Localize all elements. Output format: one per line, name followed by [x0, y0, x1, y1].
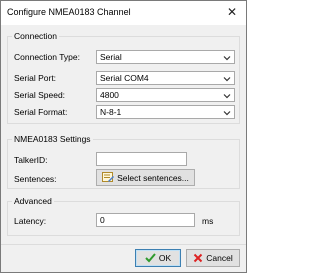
talker-id-field[interactable]: [96, 152, 187, 166]
nmea-settings-group-label: NMEA0183 Settings: [12, 134, 93, 144]
serial-port-select[interactable]: Serial COM4: [96, 71, 235, 85]
serial-speed-value: 4800: [100, 90, 119, 100]
connection-type-value: Serial: [100, 52, 122, 62]
dialog-window: Configure NMEA0183 Channel ✕ Connection …: [0, 0, 247, 273]
chevron-down-icon: [223, 111, 231, 116]
serial-port-label: Serial Port:: [14, 73, 57, 83]
ok-button[interactable]: OK: [135, 249, 181, 267]
serial-format-select[interactable]: N-8-1: [96, 105, 235, 119]
serial-format-label: Serial Format:: [14, 107, 68, 117]
connection-group: Connection Connection Type: Serial Seria…: [7, 31, 240, 124]
latency-input[interactable]: [97, 214, 194, 226]
ok-button-label: OK: [158, 253, 172, 263]
chevron-down-icon: [223, 77, 231, 82]
serial-format-value: N-8-1: [100, 107, 122, 117]
serial-speed-label: Serial Speed:: [14, 90, 66, 100]
footer-divider: [1, 244, 246, 245]
cancel-button-label: Cancel: [206, 253, 233, 263]
connection-group-label: Connection: [12, 31, 60, 41]
nmea-settings-group: NMEA0183 Settings TalkerID: Sentences: S…: [7, 134, 240, 189]
cancel-button[interactable]: Cancel: [186, 249, 240, 267]
connection-type-select[interactable]: Serial: [96, 50, 235, 64]
select-sentences-button[interactable]: Select sentences...: [96, 169, 195, 186]
list-edit-icon: [102, 172, 115, 182]
latency-unit-label: ms: [202, 216, 214, 226]
window-title: Configure NMEA0183 Channel: [7, 7, 131, 17]
latency-field[interactable]: [96, 213, 195, 227]
sentences-label: Sentences:: [14, 174, 57, 184]
latency-label: Latency:: [14, 216, 47, 226]
advanced-group-label: Advanced: [12, 196, 54, 206]
serial-speed-select[interactable]: 4800: [96, 88, 235, 102]
close-icon[interactable]: ✕: [224, 4, 240, 20]
talker-id-label: TalkerID:: [14, 155, 48, 165]
select-sentences-label: Select sentences...: [117, 172, 189, 183]
chevron-down-icon: [223, 56, 231, 61]
serial-port-value: Serial COM4: [100, 73, 149, 83]
advanced-group: Advanced Latency: ms: [7, 196, 240, 236]
connection-type-label: Connection Type:: [14, 52, 80, 62]
title-bar[interactable]: Configure NMEA0183 Channel ✕: [1, 1, 246, 25]
talker-id-input[interactable]: [97, 153, 186, 165]
checkmark-icon: [145, 253, 156, 263]
chevron-down-icon: [223, 94, 231, 99]
cancel-x-icon: [194, 253, 203, 263]
